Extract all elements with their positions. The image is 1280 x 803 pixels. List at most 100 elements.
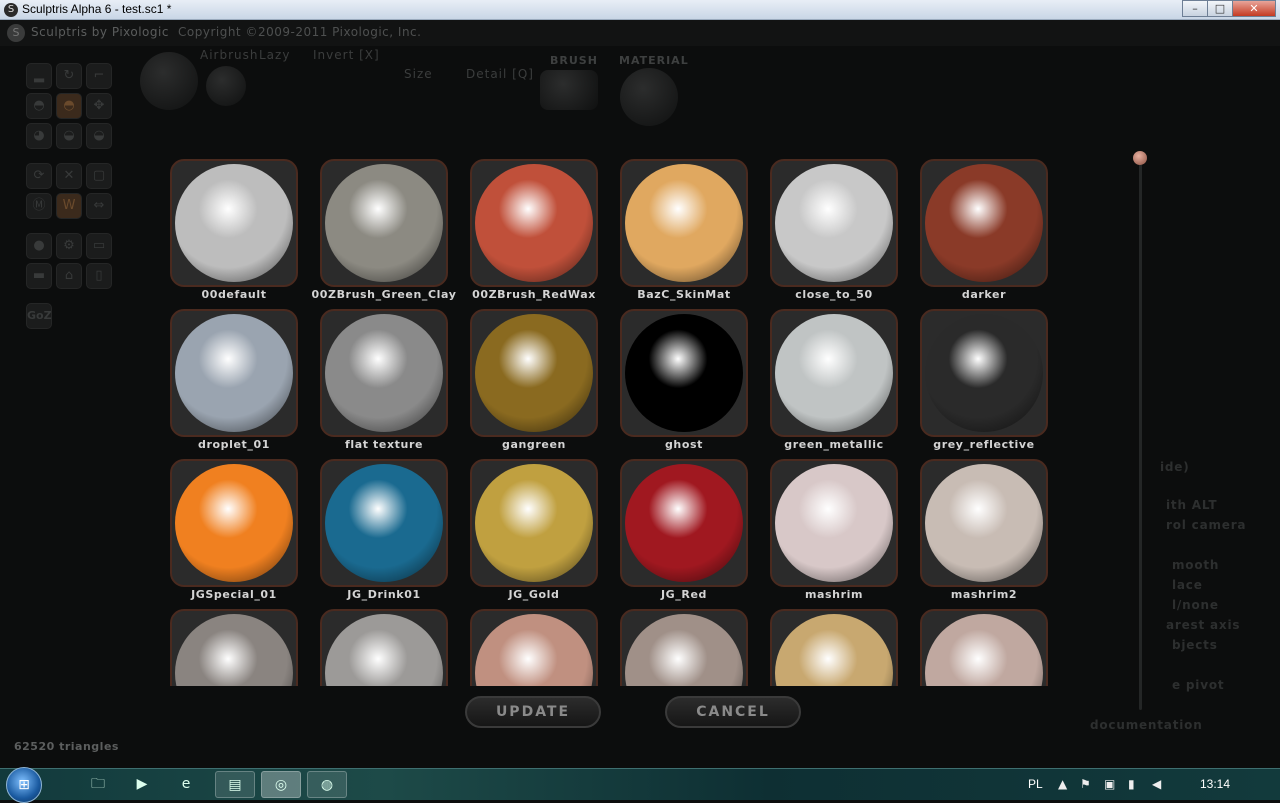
material-item[interactable]: ghost bbox=[610, 300, 748, 451]
tool-extra[interactable]: ▯ bbox=[86, 263, 112, 289]
tool-bike[interactable]: ⚙ bbox=[56, 233, 82, 259]
material-thumbnail-frame[interactable] bbox=[470, 159, 598, 287]
zoom-slider-knob[interactable] bbox=[1133, 151, 1147, 165]
material-item[interactable]: grey_reflective bbox=[910, 300, 1048, 451]
tool-plane[interactable]: ▬ bbox=[26, 263, 52, 289]
material-item[interactable]: darker bbox=[910, 150, 1048, 301]
material-item[interactable]: mashrim bbox=[760, 450, 898, 601]
tool-clay[interactable]: ◓ bbox=[56, 93, 82, 119]
maximize-button[interactable]: □ bbox=[1207, 0, 1233, 17]
zoom-slider-track[interactable] bbox=[1139, 160, 1142, 710]
material-thumbnail-frame[interactable] bbox=[170, 609, 298, 686]
lazy-option[interactable]: Lazy bbox=[259, 48, 290, 62]
material-item[interactable]: JG_Red bbox=[610, 450, 748, 601]
material-thumbnail-frame[interactable] bbox=[170, 309, 298, 437]
material-item[interactable] bbox=[460, 600, 598, 686]
material-thumbnail-frame[interactable] bbox=[620, 159, 748, 287]
tool-link[interactable]: ⇔ bbox=[86, 193, 112, 219]
airbrush-option[interactable]: Airbrush bbox=[200, 48, 259, 62]
material-thumbnail-frame[interactable] bbox=[770, 459, 898, 587]
tool-flatten[interactable]: ◒ bbox=[56, 123, 82, 149]
side-text-3: rol camera bbox=[1166, 518, 1247, 532]
tool-smooth[interactable]: ◒ bbox=[86, 123, 112, 149]
material-item[interactable]: close_to_50 bbox=[760, 150, 898, 301]
material-sphere-preview bbox=[625, 314, 743, 432]
material-thumbnail-frame[interactable] bbox=[470, 459, 598, 587]
taskbar-sculptris-icon[interactable]: ◎ bbox=[261, 771, 301, 798]
material-thumbnail-frame[interactable] bbox=[920, 459, 1048, 587]
tray-expand-icon[interactable]: ▲ bbox=[1058, 777, 1067, 791]
tool-move[interactable]: ✥ bbox=[86, 93, 112, 119]
minimize-button[interactable]: – bbox=[1182, 0, 1208, 17]
language-indicator[interactable]: PL bbox=[1028, 777, 1043, 791]
cancel-button[interactable]: CANCEL bbox=[665, 696, 801, 728]
taskbar-app-1-icon[interactable]: ▤ bbox=[215, 771, 255, 798]
tool-cross[interactable]: ✕ bbox=[56, 163, 82, 189]
material-thumbnail-frame[interactable] bbox=[470, 609, 598, 686]
material-thumbnail-frame[interactable] bbox=[470, 309, 598, 437]
tray-network-icon[interactable]: ▮ bbox=[1128, 777, 1135, 791]
tray-volume-icon[interactable]: ◀ bbox=[1152, 777, 1161, 791]
material-thumbnail-frame[interactable] bbox=[770, 609, 898, 686]
tray-flag-icon[interactable]: ⚑ bbox=[1080, 777, 1091, 791]
material-item[interactable]: droplet_01 bbox=[160, 300, 298, 451]
material-item[interactable]: JGSpecial_01 bbox=[160, 450, 298, 601]
internet-explorer-icon[interactable]: e bbox=[166, 771, 206, 798]
material-thumbnail-frame[interactable] bbox=[170, 159, 298, 287]
material-slot[interactable] bbox=[620, 68, 678, 126]
material-item[interactable]: JG_Gold bbox=[460, 450, 598, 601]
material-thumbnail-frame[interactable] bbox=[320, 309, 448, 437]
material-item[interactable]: flat texture bbox=[310, 300, 448, 451]
tool-camera[interactable]: ▭ bbox=[86, 233, 112, 259]
material-sphere-preview bbox=[475, 464, 593, 582]
material-thumbnail-frame[interactable] bbox=[770, 159, 898, 287]
material-thumbnail-frame[interactable] bbox=[920, 609, 1048, 686]
goz-button[interactable]: GoZ bbox=[26, 303, 52, 329]
invert-option[interactable]: Invert [X] bbox=[313, 48, 380, 62]
material-thumbnail-frame[interactable] bbox=[320, 159, 448, 287]
clock[interactable]: 13:14 bbox=[1200, 777, 1230, 791]
material-thumbnail-frame[interactable] bbox=[320, 609, 448, 686]
material-thumbnail-frame[interactable] bbox=[170, 459, 298, 587]
material-item[interactable]: 00default bbox=[160, 150, 298, 301]
material-thumbnail-frame[interactable] bbox=[620, 459, 748, 587]
material-item[interactable]: 00ZBrush_Green_Clay bbox=[310, 150, 456, 301]
close-button[interactable]: ✕ bbox=[1232, 0, 1276, 17]
media-player-icon[interactable]: ▶ bbox=[122, 771, 162, 798]
explorer-icon[interactable]: 🗀 bbox=[78, 771, 118, 798]
material-thumbnail-frame[interactable] bbox=[920, 159, 1048, 287]
material-grid: 00default 00ZBrush_Green_Clay 00ZBrush_Red… bbox=[160, 150, 1060, 686]
material-item[interactable]: gangreen bbox=[460, 300, 598, 451]
material-item[interactable] bbox=[910, 600, 1048, 686]
material-item[interactable] bbox=[160, 600, 298, 686]
tool-pinch[interactable]: ◕ bbox=[26, 123, 52, 149]
material-item[interactable]: green_metallic bbox=[760, 300, 898, 451]
tray-device-icon[interactable]: ▣ bbox=[1104, 777, 1115, 791]
material-item[interactable] bbox=[760, 600, 898, 686]
start-button[interactable]: ⊞ bbox=[6, 767, 42, 803]
material-item[interactable]: mashrim2 bbox=[910, 450, 1048, 601]
tool-frame[interactable]: ▢ bbox=[86, 163, 112, 189]
tool-sphere[interactable]: ● bbox=[26, 233, 52, 259]
material-thumbnail-frame[interactable] bbox=[620, 309, 748, 437]
brush-slot[interactable] bbox=[540, 70, 598, 110]
material-thumbnail-frame[interactable] bbox=[620, 609, 748, 686]
material-item[interactable] bbox=[610, 600, 748, 686]
update-button[interactable]: UPDATE bbox=[465, 696, 601, 728]
material-item[interactable]: JG_Drink01 bbox=[310, 450, 448, 601]
material-item[interactable] bbox=[310, 600, 448, 686]
material-item[interactable]: BazC_SkinMat bbox=[610, 150, 748, 301]
tool-rotate[interactable]: ↻ bbox=[56, 63, 82, 89]
material-thumbnail-frame[interactable] bbox=[920, 309, 1048, 437]
tool-draw[interactable]: ▂ bbox=[26, 63, 52, 89]
tool-symmetry[interactable]: ⟳ bbox=[26, 163, 52, 189]
tool-inflate[interactable]: ◓ bbox=[26, 93, 52, 119]
tool-wave[interactable]: W bbox=[56, 193, 82, 219]
tool-lock[interactable]: ⌂ bbox=[56, 263, 82, 289]
material-thumbnail-frame[interactable] bbox=[320, 459, 448, 587]
taskbar-app-3-icon[interactable]: ◍ bbox=[307, 771, 347, 798]
material-thumbnail-frame[interactable] bbox=[770, 309, 898, 437]
material-item[interactable]: 00ZBrush_RedWax bbox=[460, 150, 598, 301]
tool-mask[interactable]: Ⓜ bbox=[26, 193, 52, 219]
tool-crop[interactable]: ⌐ bbox=[86, 63, 112, 89]
